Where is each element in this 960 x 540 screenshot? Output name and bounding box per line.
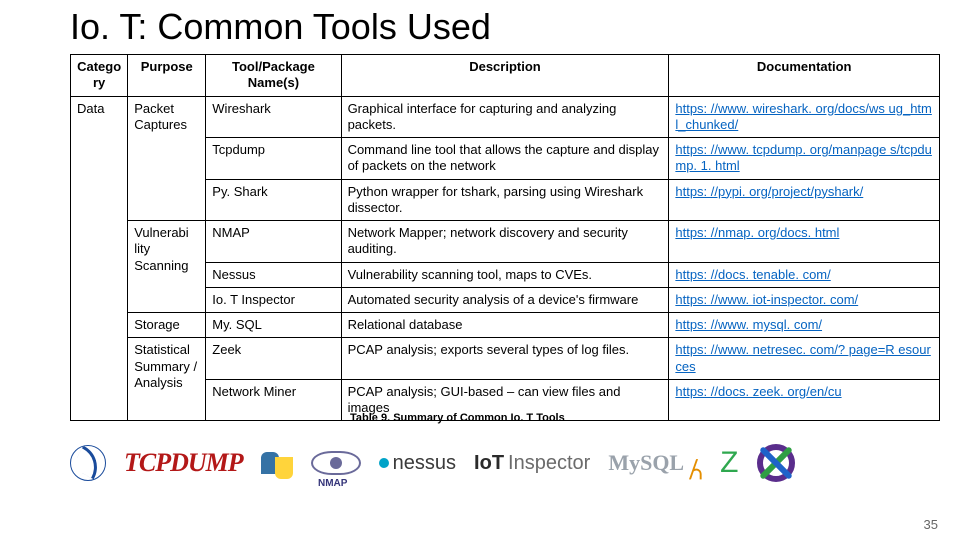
cell-doc: https: //www. mysql. com/ — [669, 313, 940, 338]
cell-description: Relational database — [341, 313, 669, 338]
logo-strip: TCPDUMP nessus IoTInspector MySQL႓ Z — [70, 440, 940, 486]
table-row: Vulnerabi lity Scanning NMAP Network Map… — [71, 221, 940, 263]
col-header-purpose: Purpose — [128, 55, 206, 97]
nessus-logo: nessus — [379, 452, 456, 475]
mysql-logo: MySQL႓ — [608, 447, 702, 480]
table-row: Statistical Summary / Analysis Zeek PCAP… — [71, 338, 940, 380]
cell-tool: Network Miner — [206, 379, 341, 421]
doc-link[interactable]: https: //www. wireshark. org/docs/ws ug_… — [675, 101, 931, 132]
doc-link[interactable]: https: //docs. zeek. org/en/cu — [675, 384, 841, 399]
cell-doc: https: //www. netresec. com/? page=R eso… — [669, 338, 940, 380]
cell-doc: https: //nmap. org/docs. html — [669, 221, 940, 263]
cell-tool: Io. T Inspector — [206, 287, 341, 312]
page-number: 35 — [924, 517, 938, 532]
cell-description: Vulnerability scanning tool, maps to CVE… — [341, 262, 669, 287]
col-header-documentation: Documentation — [669, 55, 940, 97]
cell-description: Automated security analysis of a device'… — [341, 287, 669, 312]
table-row: Storage My. SQL Relational database http… — [71, 313, 940, 338]
doc-link[interactable]: https: //www. netresec. com/? page=R eso… — [675, 342, 930, 373]
doc-link[interactable]: https: //www. iot-inspector. com/ — [675, 292, 858, 307]
cell-tool: Py. Shark — [206, 179, 341, 221]
cell-tool: Tcpdump — [206, 138, 341, 180]
table-caption: Table 9. Summary of Common Io. T Tools — [350, 412, 565, 424]
networkminer-icon — [757, 444, 795, 482]
zeek-icon: Z — [720, 446, 738, 480]
nmap-label: NMAP — [318, 478, 347, 489]
col-header-description: Description — [341, 55, 669, 97]
doc-link[interactable]: https: //pypi. org/project/pyshark/ — [675, 184, 863, 199]
cell-description: Python wrapper for tshark, parsing using… — [341, 179, 669, 221]
table-header-row: Catego ry Purpose Tool/Package Name(s) D… — [71, 55, 940, 97]
cell-purpose: Vulnerabi lity Scanning — [128, 221, 206, 313]
cell-tool: Zeek — [206, 338, 341, 380]
cell-tool: Nessus — [206, 262, 341, 287]
tcpdump-logo: TCPDUMP — [124, 448, 243, 478]
doc-link[interactable]: https: //docs. tenable. com/ — [675, 267, 830, 282]
cell-description: PCAP analysis; exports several types of … — [341, 338, 669, 380]
iot-inspector-logo: IoTInspector — [474, 452, 590, 475]
nmap-icon — [311, 451, 361, 475]
cell-tool: My. SQL — [206, 313, 341, 338]
cell-doc: https: //www. iot-inspector. com/ — [669, 287, 940, 312]
cell-description: Network Mapper; network discovery and se… — [341, 221, 669, 263]
python-icon — [261, 447, 293, 479]
doc-link[interactable]: https: //www. tcpdump. org/manpage s/tcp… — [675, 142, 932, 173]
cell-purpose: Storage — [128, 313, 206, 338]
cell-doc: https: //www. wireshark. org/docs/ws ug_… — [669, 96, 940, 138]
cell-category: Data — [71, 96, 128, 421]
doc-link[interactable]: https: //nmap. org/docs. html — [675, 225, 839, 240]
doc-link[interactable]: https: //www. mysql. com/ — [675, 317, 822, 332]
cell-doc: https: //www. tcpdump. org/manpage s/tcp… — [669, 138, 940, 180]
cell-purpose: Packet Captures — [128, 96, 206, 221]
cell-doc: https: //pypi. org/project/pyshark/ — [669, 179, 940, 221]
wireshark-icon — [70, 445, 106, 481]
table-row: Data Packet Captures Wireshark Graphical… — [71, 96, 940, 138]
col-header-tool: Tool/Package Name(s) — [206, 55, 341, 97]
cell-tool: NMAP — [206, 221, 341, 263]
cell-doc: https: //docs. tenable. com/ — [669, 262, 940, 287]
cell-description: Command line tool that allows the captur… — [341, 138, 669, 180]
cell-doc: https: //docs. zeek. org/en/cu — [669, 379, 940, 421]
page-title: Io. T: Common Tools Used — [70, 6, 940, 48]
cell-tool: Wireshark — [206, 96, 341, 138]
col-header-category: Catego ry — [71, 55, 128, 97]
cell-description: Graphical interface for capturing and an… — [341, 96, 669, 138]
tools-table: Catego ry Purpose Tool/Package Name(s) D… — [70, 54, 940, 421]
cell-purpose: Statistical Summary / Analysis — [128, 338, 206, 421]
